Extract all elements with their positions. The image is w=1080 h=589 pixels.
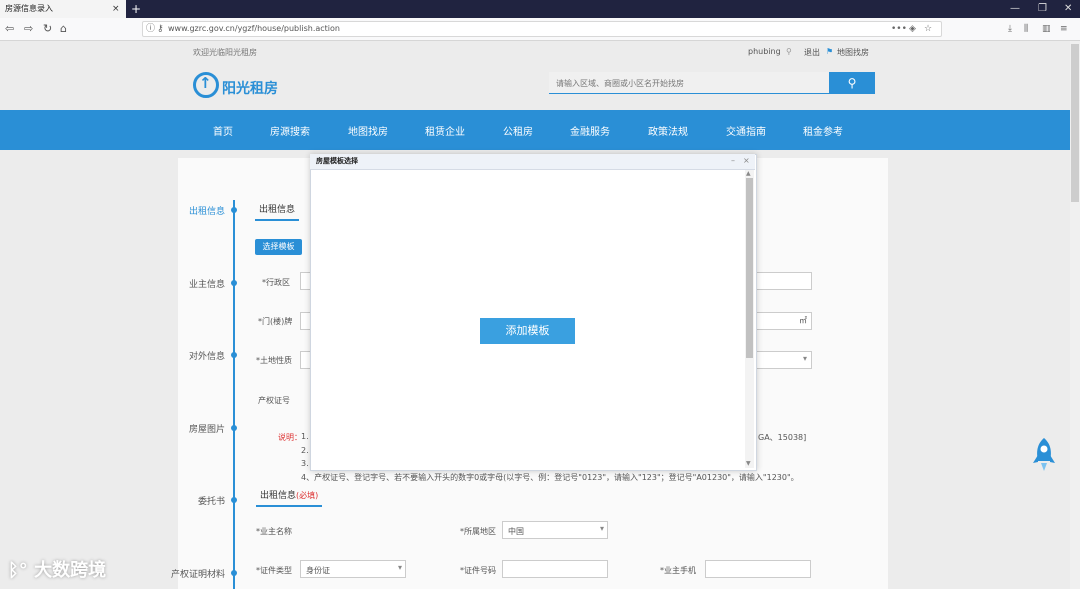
nav-item-house-search[interactable]: 房源搜索 [270, 123, 310, 138]
timeline-item-public-info[interactable]: 对外信息 [175, 349, 225, 362]
required-tag: (必填) [296, 491, 319, 500]
chevron-down-icon[interactable]: ▾ [803, 354, 807, 363]
chevron-down-icon[interactable]: ▾ [398, 563, 402, 572]
window-minimize-button[interactable]: — [1010, 0, 1020, 18]
tab-close-icon[interactable]: × [112, 0, 120, 18]
id-type-label: *证件类型 [256, 566, 292, 575]
timeline-line [233, 200, 235, 589]
watermark-logo-icon: ᛒ° [8, 560, 35, 581]
nav-item-rent-reference[interactable]: 租金参考 [803, 123, 843, 138]
library-icon[interactable]: ⫼ [1024, 21, 1028, 37]
home-icon[interactable]: ⌂ [60, 20, 67, 38]
scroll-up-icon[interactable]: ▲ [746, 170, 751, 177]
modal-scrollbar-thumb[interactable] [746, 178, 753, 358]
area-unit: ㎡ [799, 316, 807, 325]
id-number-label: *证件号码 [460, 566, 496, 575]
rocket-icon[interactable] [1031, 437, 1057, 473]
timeline-item-owner-info[interactable]: 业主信息 [175, 277, 225, 290]
timeline-item-property-proof[interactable]: 产权证明材料 [170, 567, 225, 580]
timeline-dot [231, 497, 237, 503]
modal-minimize-icon[interactable]: – [731, 154, 735, 168]
map-search-link[interactable]: 地图找房 [837, 47, 869, 58]
owner-region-value: 中国 [508, 527, 524, 536]
timeline-item-house-images[interactable]: 房屋图片 [175, 422, 225, 435]
note-line-4: 4、产权证号、登记字号、若不要输入开头的数字0或字母(以字号、例：登记号"012… [301, 473, 799, 482]
reload-icon[interactable]: ↻ [43, 20, 52, 38]
chevron-down-icon[interactable]: ▾ [600, 524, 604, 533]
info-icon[interactable]: ⓘ [146, 21, 155, 37]
owner-tab-label: 出租信息 [260, 491, 297, 501]
pocket-icon[interactable]: ◈ [909, 21, 916, 37]
search-icon: ⚲ [847, 76, 857, 90]
property-number-label: 产权证号 [258, 396, 290, 405]
window-maximize-button[interactable]: ❐ [1038, 0, 1047, 18]
menu-icon[interactable]: ≡ [1060, 21, 1068, 37]
window-close-button[interactable]: ✕ [1064, 0, 1072, 18]
note-line-1: 1. [301, 432, 309, 441]
watermark-text: 大数跨境 [34, 560, 107, 581]
search-placeholder: 请输入区域、商圈或小区名开始找房 [556, 79, 684, 88]
district-extra-field[interactable] [752, 272, 812, 290]
note-line-1-end: GA、15038] [758, 433, 807, 442]
browser-tab[interactable]: 房源信息录入 [0, 0, 126, 18]
sidebar-icon[interactable]: ▥ [1042, 21, 1051, 37]
select-template-button[interactable]: 选择模板 [255, 239, 302, 255]
nav-item-finance[interactable]: 金融服务 [570, 123, 610, 138]
modal-header [310, 154, 755, 170]
bookmark-star-icon[interactable]: ☆ [924, 21, 932, 37]
timeline-dot [231, 570, 237, 576]
nav-item-map[interactable]: 地图找房 [348, 123, 388, 138]
nav-item-home[interactable]: 首页 [213, 123, 233, 138]
timeline-item-rental-info[interactable]: 出租信息 [175, 204, 225, 217]
timeline-item-letter-of-attorney[interactable]: 委托书 [175, 494, 225, 507]
modal-close-icon[interactable]: × [743, 154, 750, 168]
user-icon: ⚲ [786, 47, 792, 56]
main-nav [0, 110, 1080, 150]
username[interactable]: phubing [748, 47, 781, 56]
map-pin-icon: ⚑ [826, 47, 834, 56]
nav-item-public-housing[interactable]: 公租房 [503, 123, 533, 138]
logo-arrow-icon: ↑ [199, 74, 212, 92]
section-tab-rental-info[interactable]: 出租信息 [255, 202, 300, 221]
url-text[interactable]: www.gzrc.gov.cn/ygzf/house/publish.actio… [168, 22, 340, 36]
timeline-dot [231, 207, 237, 213]
forward-icon[interactable]: ⇨ [24, 20, 33, 38]
timeline-dot [231, 425, 237, 431]
download-icon[interactable]: ⤓ [1008, 21, 1012, 37]
welcome-text: 欢迎光临阳光租房 [193, 48, 257, 57]
nav-item-traffic[interactable]: 交通指南 [726, 123, 766, 138]
back-icon[interactable]: ⇦ [5, 20, 14, 38]
note-label: 说明： [278, 433, 302, 442]
key-icon: ⚷ [157, 24, 164, 34]
id-number-input[interactable] [502, 560, 608, 578]
add-template-button[interactable]: 添加模板 [480, 318, 575, 344]
logo-text[interactable]: 阳光租房 [222, 78, 278, 98]
template-modal [310, 154, 757, 471]
watermark: ᛒ° 大数跨境 [8, 556, 106, 582]
id-type-value: 身份证 [306, 566, 330, 575]
logout-link[interactable]: 退出 [804, 47, 820, 58]
owner-phone-input[interactable] [705, 560, 811, 578]
land-type-label: *土地性质 [256, 356, 292, 365]
owner-phone-label: *业主手机 [660, 566, 696, 575]
note-line-2: 2. [301, 446, 309, 455]
note-line-3: 3. [301, 459, 309, 468]
nav-item-rental-company[interactable]: 租赁企业 [425, 123, 465, 138]
search-button[interactable]: ⚲ [829, 72, 875, 94]
scroll-down-icon[interactable]: ▼ [746, 460, 751, 467]
door-number-label: *门(楼)牌 [258, 317, 293, 326]
timeline-dot [231, 352, 237, 358]
modal-title: 房屋模板选择 [316, 157, 358, 165]
timeline-dot [231, 280, 237, 286]
new-tab-button[interactable]: + [131, 0, 141, 18]
browser-tab-bar [0, 0, 1080, 18]
owner-name-label: *业主名称 [256, 527, 292, 536]
owner-region-label: *所属地区 [460, 527, 496, 536]
nav-item-policy[interactable]: 政策法规 [648, 123, 688, 138]
section-tab-owner[interactable]: 出租信息(必填) [256, 488, 323, 507]
page-scrollbar-thumb[interactable] [1071, 44, 1079, 202]
district-label: *行政区 [262, 278, 290, 287]
page-actions-icon[interactable]: ••• [891, 21, 907, 37]
